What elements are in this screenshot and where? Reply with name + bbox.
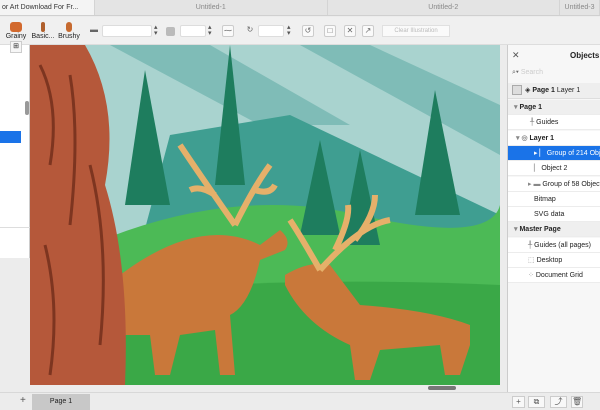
bottom-bar: + Page 1 + ⧉ ⤴ 🗑 xyxy=(0,392,600,410)
rotate-icon[interactable]: ↻ xyxy=(244,25,256,37)
object-row[interactable]: Bitmap xyxy=(508,191,600,207)
search-icon: ⌕▾ xyxy=(512,69,521,76)
add-page-button[interactable]: + xyxy=(20,395,26,406)
page-tab[interactable]: Page 1 xyxy=(32,394,90,410)
row-label: Layer 1 xyxy=(529,134,555,142)
brush-icon xyxy=(41,22,45,32)
row-label: Guides xyxy=(536,119,559,127)
object-row[interactable]: ▸ ▏ Group of 214 Objects xyxy=(508,145,600,161)
row-icon: ⬚ xyxy=(528,257,537,264)
search-input[interactable]: ⌕▾ Search xyxy=(512,69,600,81)
brush-label: Brushy xyxy=(58,33,80,40)
row-label: Guides (all pages) xyxy=(534,241,591,249)
close-icon[interactable]: ✕ xyxy=(512,50,520,61)
node-tool-icon[interactable]: ✕ xyxy=(344,25,356,37)
clear-button[interactable]: Clear Illustration xyxy=(382,25,450,37)
row-label: Page 1 xyxy=(519,104,543,111)
rotation-stepper[interactable]: ▴ ▾ xyxy=(287,24,291,37)
row-icon: ▸ ▬ xyxy=(528,180,543,188)
document-tabs: or Art Download For Fr... Untitled-1 Unt… xyxy=(0,0,600,16)
stabilizer-icon[interactable]: ⁓ xyxy=(222,25,234,37)
object-row[interactable]: ▾ ◎ Layer 1 xyxy=(508,130,600,146)
object-row[interactable]: ╀ Guides xyxy=(508,115,600,131)
row-label: Group of 58 Objects xyxy=(542,180,600,188)
object-row[interactable]: ▸ ▬ Group of 58 Objects xyxy=(508,176,600,192)
pressure-icon[interactable]: ▬ xyxy=(88,25,100,37)
brush-icon xyxy=(66,22,72,32)
brush-label: Grainy xyxy=(5,33,27,40)
brush-basic[interactable]: Basic... xyxy=(30,20,56,44)
group-menu-icon[interactable]: ⧉ xyxy=(528,396,545,408)
object-row[interactable]: SVG data xyxy=(508,207,600,223)
add-object-button[interactable]: + xyxy=(512,396,525,408)
layers-icon[interactable]: ◈ xyxy=(525,87,530,94)
row-icon: ▸ ▏ xyxy=(534,149,547,157)
transform-icon[interactable]: ↗ xyxy=(362,25,374,37)
current-page: Page 1 xyxy=(532,87,555,94)
undo-icon[interactable]: ↺ xyxy=(302,25,314,37)
scrollbar[interactable] xyxy=(25,101,29,115)
panel-title: Objects xyxy=(570,51,600,60)
opacity-stepper[interactable]: ▴ ▾ xyxy=(208,24,212,37)
divider xyxy=(0,227,30,228)
page-icon[interactable] xyxy=(512,85,522,96)
layer-tool-icon[interactable]: ⊞ xyxy=(10,41,22,53)
row-icon: ▾ ◎ xyxy=(516,134,530,142)
row-label: Object 2 xyxy=(541,165,568,173)
selected-item[interactable] xyxy=(0,131,21,143)
row-label: Master Page xyxy=(519,226,561,234)
brush-label: Basic... xyxy=(31,33,55,40)
horizontal-scrollbar[interactable] xyxy=(428,386,456,390)
search-placeholder: Search xyxy=(520,69,543,76)
object-row[interactable]: ⬚ Desktop xyxy=(508,253,600,268)
row-label: Group of 214 Objects xyxy=(546,149,600,157)
page-layer-bar: ◈ Page 1 Layer 1 xyxy=(508,83,600,99)
brush-brushy[interactable]: Brushy xyxy=(56,20,82,44)
objects-panel: ✕ Objects ⌕▾ Search ◈ Page 1 Layer 1 ▾ P… xyxy=(507,45,600,392)
row-label: Bitmap xyxy=(534,195,556,203)
section-header[interactable]: ▾ Page 1 xyxy=(508,100,600,115)
tab-document-3[interactable]: Untitled-3 xyxy=(560,0,600,15)
width-stepper[interactable]: ▴ ▾ xyxy=(154,24,158,37)
tab-document-2[interactable]: Untitled-2 xyxy=(328,0,560,15)
row-label: Desktop xyxy=(536,257,563,264)
object-row[interactable]: ▏ Object 2 xyxy=(508,161,600,177)
object-row[interactable]: ⁘ Document Grid xyxy=(508,268,600,284)
left-panel: ⊞ xyxy=(0,41,30,258)
object-row[interactable]: ╀ Guides (all pages) xyxy=(508,237,600,253)
row-label: SVG data xyxy=(534,211,565,219)
row-label: Document Grid xyxy=(535,272,583,280)
opacity-field[interactable] xyxy=(180,25,206,37)
effects-menu-icon[interactable]: ⤴ xyxy=(550,396,567,408)
bounding-box-icon[interactable]: □ xyxy=(324,25,336,37)
illustration xyxy=(30,45,500,385)
current-layer: Layer 1 xyxy=(556,87,581,94)
trash-icon[interactable]: 🗑 xyxy=(571,396,583,408)
row-icon: ⁘ xyxy=(528,272,536,280)
tab-document-1[interactable]: Untitled-1 xyxy=(95,0,328,15)
rotation-field[interactable] xyxy=(258,25,284,37)
tab-document-0[interactable]: or Art Download For Fr... xyxy=(0,0,95,15)
texture-icon[interactable] xyxy=(166,27,175,36)
context-toolbar: Grainy Basic... Brushy ▬ ▴ ▾ ▴ ▾ ⁓ ↻ ▴ ▾ ↺ … xyxy=(0,17,600,45)
artboard-canvas[interactable] xyxy=(30,45,500,385)
brush-icon xyxy=(10,22,22,32)
section-header[interactable]: ▾ Master Page xyxy=(508,222,600,238)
width-field[interactable] xyxy=(102,25,152,37)
